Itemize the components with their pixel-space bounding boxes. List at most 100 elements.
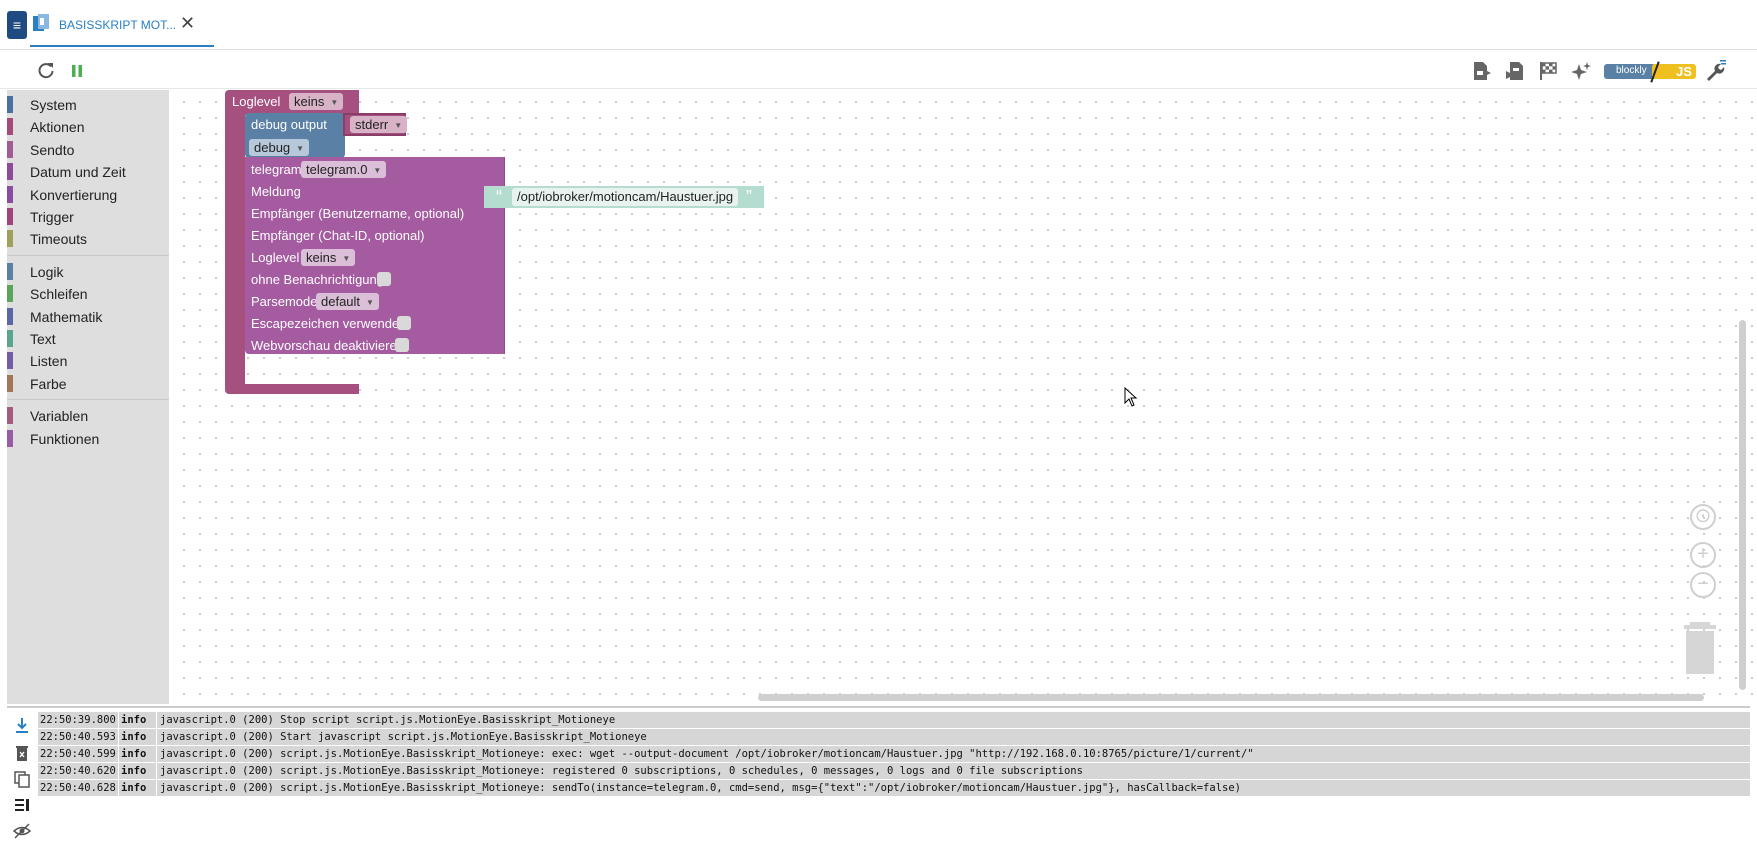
pause-icon[interactable] bbox=[66, 60, 88, 82]
tab-bar: ≡ BASISSKRIPT MOT... ✕ bbox=[0, 0, 1757, 50]
telegram-loglevel-dropdown[interactable]: keins ▼ bbox=[301, 249, 356, 266]
vertical-scrollbar[interactable] bbox=[1739, 320, 1746, 690]
wrench-icon[interactable] bbox=[1704, 60, 1726, 82]
copy-log-icon[interactable] bbox=[13, 770, 31, 788]
category-label: Sendto bbox=[30, 141, 75, 158]
blockly-workspace[interactable]: Loglevel keins ▼ debug output stderr ▼ deb… bbox=[169, 90, 1757, 704]
log-time: 22:50:39.800 bbox=[40, 714, 116, 726]
tab-script[interactable]: BASISSKRIPT MOT... ✕ bbox=[30, 0, 214, 47]
import-icon[interactable] bbox=[1504, 60, 1526, 82]
toolbox-category-listen[interactable]: Listen bbox=[7, 350, 169, 370]
menu-icon[interactable]: ≡ bbox=[7, 11, 27, 39]
log-column-divider bbox=[156, 780, 157, 797]
category-label: Listen bbox=[30, 353, 68, 370]
parsemode-dropdown[interactable]: default ▼ bbox=[316, 293, 379, 310]
trash-icon[interactable] bbox=[1680, 622, 1720, 674]
category-color-bar bbox=[7, 185, 13, 203]
toolbox-category-logik[interactable]: Logik bbox=[7, 261, 169, 281]
log-column-divider bbox=[118, 746, 119, 763]
reload-icon[interactable] bbox=[35, 60, 57, 82]
text-block[interactable]: “ /opt/iobroker/motioncam/Haustuer.jpg ” bbox=[484, 186, 764, 208]
mouse-cursor-icon bbox=[1124, 387, 1138, 407]
category-label: Timeouts bbox=[30, 231, 88, 248]
toolbox-category-funktionen[interactable]: Funktionen bbox=[7, 428, 169, 448]
loglevel-dropdown-value: keins bbox=[294, 94, 325, 109]
toolbox-category-text[interactable]: Text bbox=[7, 328, 169, 348]
webvorschau-label: Webvorschau deaktivieren bbox=[251, 338, 404, 353]
debug-stream-dropdown[interactable]: stderr ▼ bbox=[350, 116, 408, 133]
flag-icon[interactable] bbox=[1537, 60, 1559, 82]
telegram-block[interactable]: telegram telegram.0 ▼ Meldung Empfänger (… bbox=[245, 157, 505, 354]
text-value: /opt/iobroker/motioncam/Haustuer.jpg bbox=[517, 189, 734, 204]
toolbox-category-system[interactable]: System bbox=[7, 94, 169, 114]
log-message: javascript.0 (200) script.js.MotionEye.B… bbox=[160, 782, 1241, 794]
debug-level-value: debug bbox=[254, 140, 291, 155]
zoom-out-icon[interactable]: − bbox=[1690, 572, 1716, 598]
category-label: Mathematik bbox=[30, 308, 103, 325]
blockly-js-toggle[interactable]: blockly JS bbox=[1604, 60, 1696, 83]
log-column-divider bbox=[118, 729, 119, 746]
telegram-label: telegram bbox=[251, 162, 302, 177]
category-label: Variablen bbox=[30, 408, 89, 425]
log-row: 22:50:40.620 info javascript.0 (200) scrip… bbox=[38, 763, 1750, 780]
loglevel-row-label: Loglevel bbox=[251, 250, 300, 265]
log-column-divider bbox=[156, 746, 157, 763]
toolbox-category-datum-und-zeit[interactable]: Datum und Zeit bbox=[7, 161, 169, 181]
clear-log-icon[interactable] bbox=[13, 744, 31, 762]
category-color-bar bbox=[7, 262, 13, 280]
category-color-bar bbox=[7, 307, 13, 325]
zoom-in-icon[interactable]: + bbox=[1690, 542, 1716, 568]
log-message: javascript.0 (200) script.js.MotionEye.B… bbox=[160, 748, 1254, 760]
category-label: Konvertierung bbox=[30, 186, 118, 203]
telegram-instance-dropdown[interactable]: telegram.0 ▼ bbox=[301, 161, 387, 178]
toolbox-category-aktionen[interactable]: Aktionen bbox=[7, 116, 169, 136]
category-color-bar bbox=[7, 140, 13, 158]
toolbox-category-variablen[interactable]: Variablen bbox=[7, 405, 169, 425]
parsemode-value: default bbox=[321, 294, 361, 309]
log-column-divider bbox=[118, 780, 119, 797]
close-icon[interactable]: ✕ bbox=[180, 14, 195, 32]
toolbox-category-sendto[interactable]: Sendto bbox=[7, 139, 169, 159]
category-label: Datum und Zeit bbox=[30, 164, 126, 181]
toggle-details-icon[interactable] bbox=[13, 796, 31, 814]
category-color-bar bbox=[7, 118, 13, 136]
debug-output-block[interactable]: debug output stderr ▼ debug ▼ bbox=[245, 113, 435, 158]
export-icon[interactable] bbox=[1471, 60, 1493, 82]
log-time: 22:50:40.599 bbox=[40, 748, 116, 760]
log-row: 22:50:40.593 info javascript.0 (200) Start… bbox=[38, 729, 1750, 746]
log-level: info bbox=[121, 782, 147, 794]
category-color-bar bbox=[7, 285, 13, 303]
escapezeichen-checkbox[interactable] bbox=[397, 316, 411, 330]
log-row: 22:50:40.599 info javascript.0 (200) scrip… bbox=[38, 746, 1750, 763]
loglevel-dropdown[interactable]: keins ▼ bbox=[289, 93, 344, 110]
sparkle-icon[interactable] bbox=[1570, 60, 1592, 82]
horizontal-scrollbar[interactable] bbox=[758, 694, 1704, 701]
category-label: Text bbox=[30, 331, 56, 347]
category-color-bar bbox=[7, 96, 13, 113]
open-quote-icon: “ bbox=[496, 187, 502, 207]
debug-level-dropdown[interactable]: debug ▼ bbox=[249, 139, 310, 156]
toolbox-category-trigger[interactable]: Trigger bbox=[7, 206, 169, 226]
text-value-field[interactable]: /opt/iobroker/motioncam/Haustuer.jpg bbox=[512, 188, 739, 206]
category-color-bar bbox=[7, 208, 13, 225]
toolbox-category-konvertierung[interactable]: Konvertierung bbox=[7, 184, 169, 204]
log-row: 22:50:39.800 info javascript.0 (200) Stop … bbox=[38, 712, 1750, 729]
webvorschau-checkbox[interactable] bbox=[395, 338, 409, 352]
log-column-divider bbox=[118, 763, 119, 780]
blockly-toolbox: System Aktionen Sendto Datum und Zeit Konver… bbox=[7, 90, 169, 704]
toolbox-separator bbox=[7, 399, 169, 401]
parsemode-label: Parsemode bbox=[251, 294, 318, 309]
ohne-benachrichtigung-checkbox[interactable] bbox=[377, 272, 391, 286]
close-quote-icon: ” bbox=[746, 187, 752, 207]
telegram-loglevel-value: keins bbox=[306, 250, 337, 265]
hide-log-icon[interactable] bbox=[13, 822, 31, 840]
toolbox-category-schleifen[interactable]: Schleifen bbox=[7, 283, 169, 303]
loglevel-label: Loglevel bbox=[232, 94, 281, 109]
log-message: javascript.0 (200) script.js.MotionEye.B… bbox=[160, 765, 1083, 777]
scroll-bottom-icon[interactable] bbox=[13, 716, 31, 734]
center-view-icon[interactable]: ⊙ bbox=[1690, 504, 1716, 530]
log-message: javascript.0 (200) Stop script script.js… bbox=[160, 714, 616, 726]
toolbox-category-mathematik[interactable]: Mathematik bbox=[7, 306, 169, 326]
toolbox-category-farbe[interactable]: Farbe bbox=[7, 373, 169, 393]
toolbox-category-timeouts[interactable]: Timeouts bbox=[7, 228, 169, 248]
